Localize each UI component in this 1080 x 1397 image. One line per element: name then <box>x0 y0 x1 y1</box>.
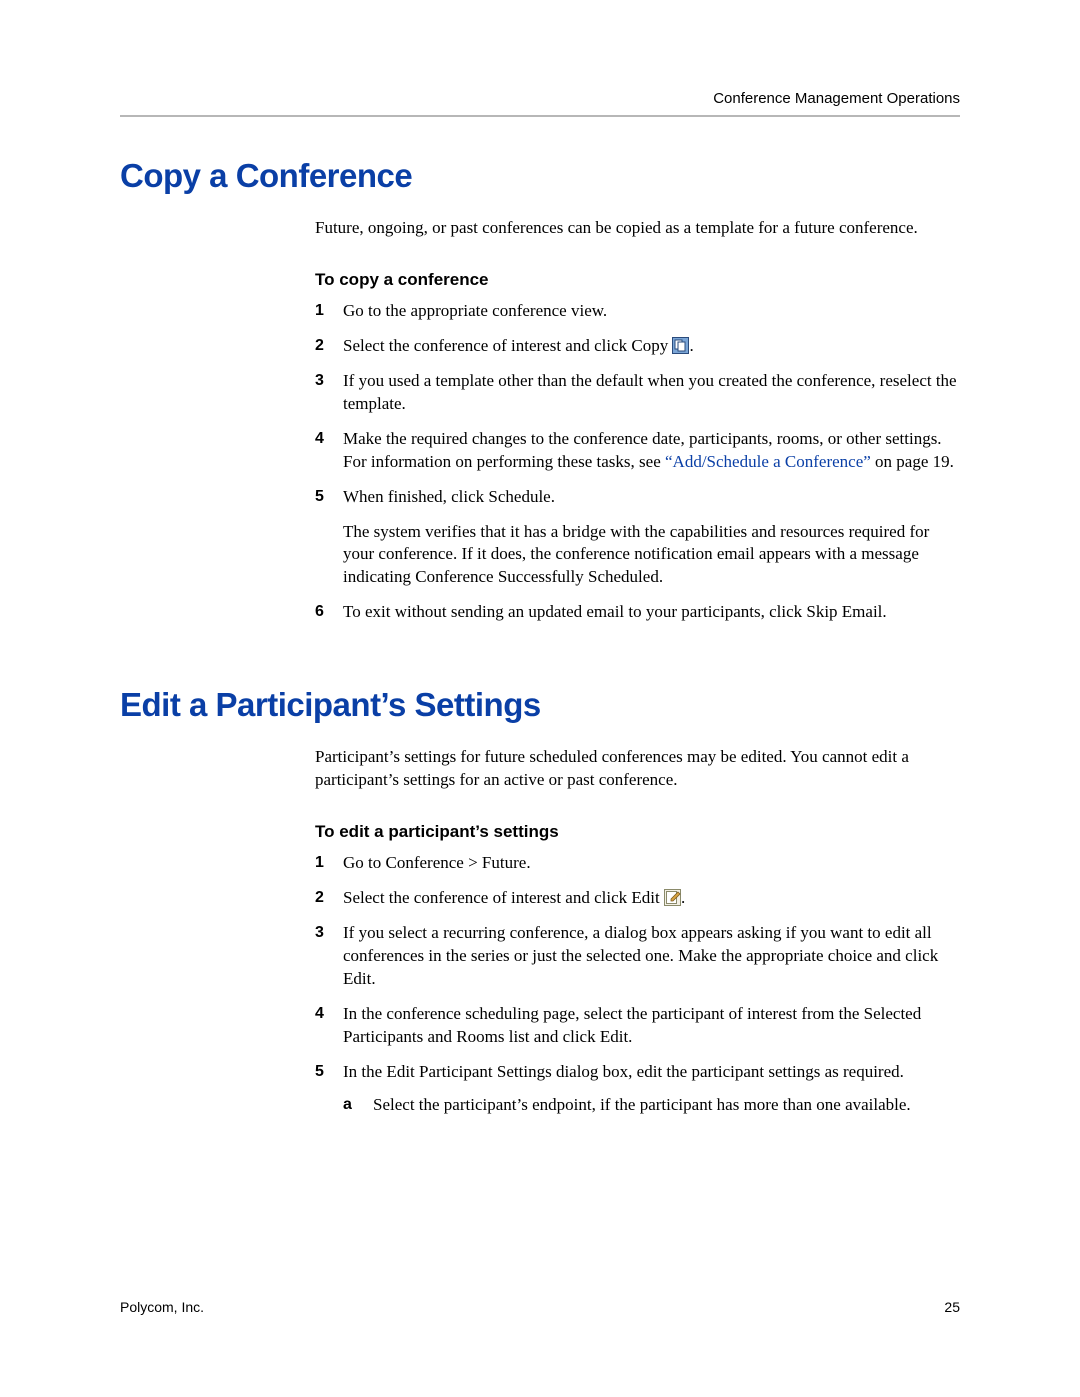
page-number: 25 <box>944 1299 960 1315</box>
procedure-steps-copy: Go to the appropriate conference view. S… <box>315 300 960 509</box>
edit-step-5: In the Edit Participant Settings dialog … <box>315 1061 960 1117</box>
copy-icon <box>672 337 689 354</box>
heading-edit-participant-settings: Edit a Participant’s Settings <box>120 686 960 724</box>
edit-step-2-text-post: . <box>681 888 685 907</box>
edit-step-5a: Select the participant’s endpoint, if th… <box>343 1094 960 1117</box>
edit-step-4: In the conference scheduling page, selec… <box>315 1003 960 1049</box>
step-6: To exit without sending an updated email… <box>315 601 960 624</box>
intro-paragraph-2: Participant’s settings for future schedu… <box>315 746 960 792</box>
running-header: Conference Management Operations <box>120 90 960 107</box>
step-2: Select the conference of interest and cl… <box>315 335 960 358</box>
heading-copy-a-conference: Copy a Conference <box>120 157 960 195</box>
edit-substeps: Select the participant’s endpoint, if th… <box>343 1094 960 1117</box>
edit-icon <box>664 889 681 906</box>
step-2-text-post: . <box>689 336 693 355</box>
step-3: If you used a template other than the de… <box>315 370 960 416</box>
step-4: Make the required changes to the confere… <box>315 428 960 474</box>
edit-step-1: Go to Conference > Future. <box>315 852 960 875</box>
intro-paragraph: Future, ongoing, or past conferences can… <box>315 217 960 240</box>
edit-step-2: Select the conference of interest and cl… <box>315 887 960 910</box>
header-rule <box>120 115 960 117</box>
edit-step-3: If you select a recurring conference, a … <box>315 922 960 991</box>
step-5-followup: The system verifies that it has a bridge… <box>315 521 960 590</box>
procedure-title-copy: To copy a conference <box>315 270 960 290</box>
edit-step-5-text: In the Edit Participant Settings dialog … <box>343 1062 904 1081</box>
step-2-text-pre: Select the conference of interest and cl… <box>343 336 672 355</box>
procedure-steps-copy-cont: To exit without sending an updated email… <box>315 601 960 624</box>
step-4-text-post: on page 19. <box>871 452 954 471</box>
step-5: When finished, click Schedule. <box>315 486 960 509</box>
step-1: Go to the appropriate conference view. <box>315 300 960 323</box>
procedure-steps-edit: Go to Conference > Future. Select the co… <box>315 852 960 1116</box>
footer-company: Polycom, Inc. <box>120 1299 204 1315</box>
edit-step-2-text-pre: Select the conference of interest and cl… <box>343 888 664 907</box>
xref-add-schedule-conference[interactable]: “Add/Schedule a Conference” <box>665 452 871 471</box>
procedure-title-edit: To edit a participant’s settings <box>315 822 960 842</box>
